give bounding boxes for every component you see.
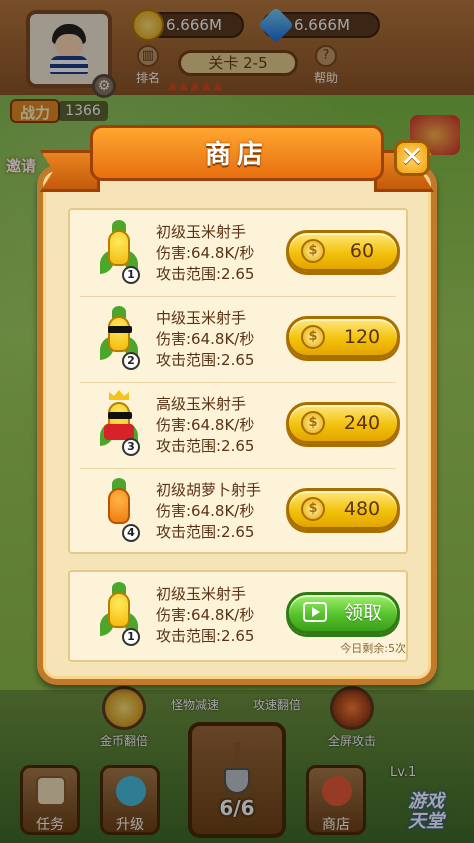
item-damage: 伤害:64.8K/秒: [156, 330, 255, 348]
daily-remaining: 今日剩余:5次: [340, 642, 406, 655]
claim-label: 领取: [343, 602, 382, 624]
item-info: 高级玉米射手 伤害:64.8K/秒 攻击范围:2.65: [156, 394, 286, 457]
item-damage: 伤害:64.8K/秒: [156, 244, 255, 262]
corn-sunglasses-shooter-icon: 2: [100, 306, 140, 370]
coin-icon: $: [301, 239, 325, 263]
item-damage: 伤害:64.8K/秒: [156, 416, 255, 434]
shop-title: 商店: [204, 140, 269, 170]
buy-button[interactable]: $ 120: [286, 316, 400, 358]
item-range: 攻击范围:2.65: [156, 523, 255, 541]
shop-item-row: 1 初级玉米射手 伤害:64.8K/秒 攻击范围:2.65 $ 60: [70, 210, 406, 296]
item-info: 初级胡萝卜射手 伤害:64.8K/秒 攻击范围:2.65: [156, 480, 286, 543]
rank-badge: 1: [122, 628, 140, 646]
item-info: 中级玉米射手 伤害:64.8K/秒 攻击范围:2.65: [156, 308, 286, 371]
video-play-icon: [303, 602, 327, 622]
price-label: 120: [343, 326, 381, 348]
item-name: 初级胡萝卜射手: [156, 481, 262, 499]
rank-badge: 2: [122, 352, 140, 370]
coin-icon: $: [301, 497, 325, 521]
buy-button[interactable]: $ 240: [286, 402, 400, 444]
item-name: 高级玉米射手: [156, 395, 247, 413]
rank-badge: 1: [122, 266, 140, 284]
item-name: 中级玉米射手: [156, 309, 247, 327]
item-range: 攻击范围:2.65: [156, 351, 255, 369]
free-claim-panel: 1 初级玉米射手 伤害:64.8K/秒 攻击范围:2.65 领取 今日剩余:5次: [68, 570, 408, 662]
item-name: 初级玉米射手: [156, 223, 247, 241]
price-label: 240: [343, 412, 381, 434]
buy-button[interactable]: $ 480: [286, 488, 400, 530]
item-damage: 伤害:64.8K/秒: [156, 502, 255, 520]
item-info: 初级玉米射手 伤害:64.8K/秒 攻击范围:2.65: [156, 222, 286, 285]
rank-badge: 3: [122, 438, 140, 456]
item-info: 初级玉米射手 伤害:64.8K/秒 攻击范围:2.65: [156, 584, 286, 647]
coin-icon: $: [301, 411, 325, 435]
item-range: 攻击范围:2.65: [156, 627, 255, 645]
corn-king-shooter-icon: 3: [100, 390, 140, 456]
corn-shooter-icon: 1: [100, 220, 140, 284]
corn-shooter-icon: 1: [100, 582, 140, 646]
item-range: 攻击范围:2.65: [156, 437, 255, 455]
close-button[interactable]: ✕: [394, 140, 430, 176]
shop-item-row: 3 高级玉米射手 伤害:64.8K/秒 攻击范围:2.65 $ 240: [70, 382, 406, 468]
buy-button[interactable]: $ 60: [286, 230, 400, 272]
rank-badge: 4: [122, 524, 140, 542]
shop-item-row: 2 中级玉米射手 伤害:64.8K/秒 攻击范围:2.65 $ 120: [70, 296, 406, 382]
claim-button[interactable]: 领取: [286, 592, 400, 634]
price-label: 60: [349, 240, 375, 262]
coin-icon: $: [301, 325, 325, 349]
shop-item-list: 1 初级玉米射手 伤害:64.8K/秒 攻击范围:2.65 $ 60 2 中级玉…: [68, 208, 408, 554]
item-damage: 伤害:64.8K/秒: [156, 606, 255, 624]
shop-item-row: 4 初级胡萝卜射手 伤害:64.8K/秒 攻击范围:2.65 $ 480: [70, 468, 406, 554]
item-name: 初级玉米射手: [156, 585, 247, 603]
price-label: 480: [343, 498, 381, 520]
carrot-shooter-icon: 4: [100, 478, 140, 542]
item-range: 攻击范围:2.65: [156, 265, 255, 283]
